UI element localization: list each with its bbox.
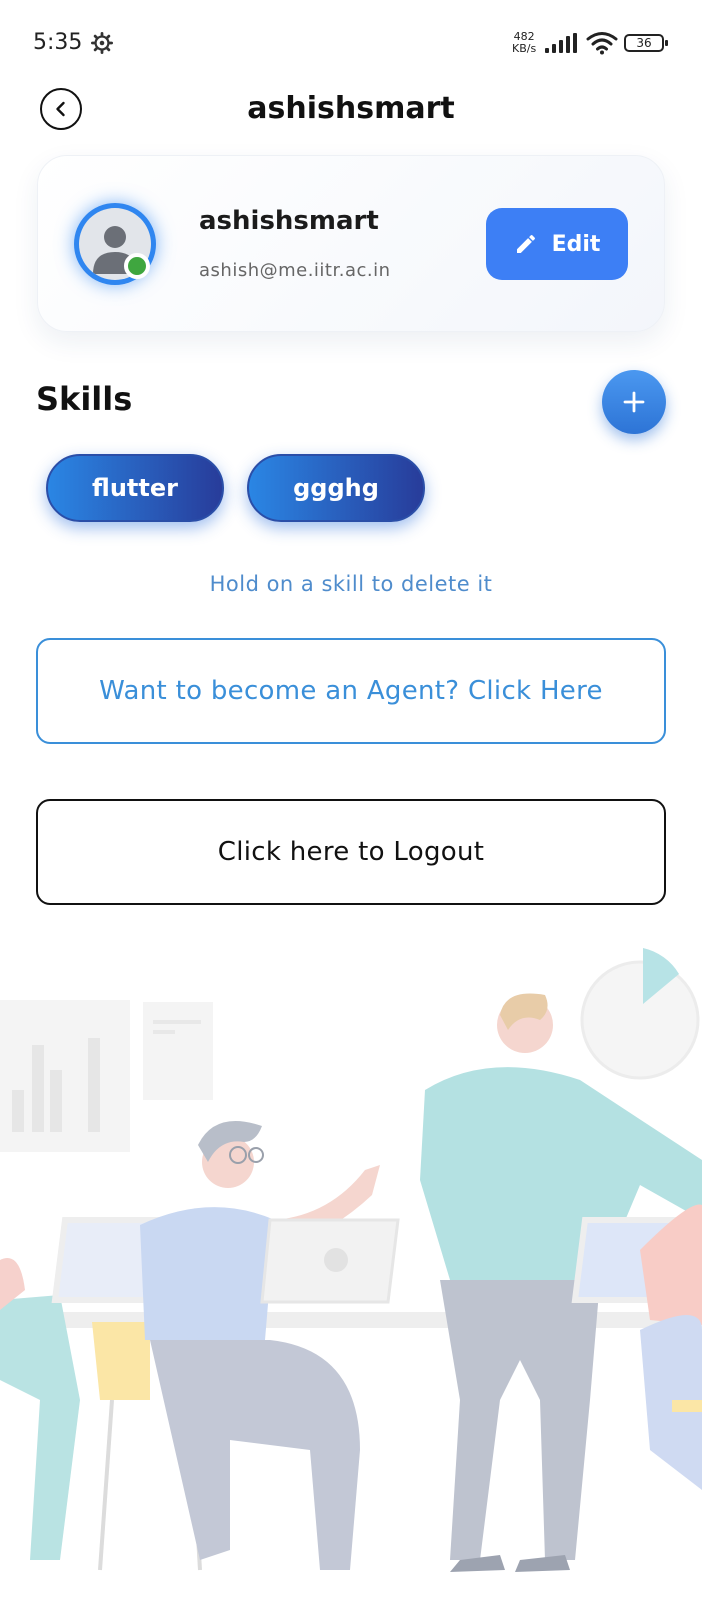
edit-button-label: Edit	[551, 231, 601, 257]
signal-icon	[545, 33, 577, 53]
online-status-dot	[124, 253, 150, 279]
become-agent-button[interactable]: Want to become an Agent? Click Here	[36, 638, 666, 744]
skill-chip-ggghg[interactable]: ggghg	[247, 454, 425, 522]
wifi-icon	[586, 32, 618, 55]
team-meeting-illustration	[0, 948, 702, 1572]
profile-name: ashishsmart	[199, 206, 379, 236]
status-time: 5:35	[33, 30, 83, 55]
profile-email: ashish@me.iitr.ac.in	[199, 260, 391, 281]
gear-icon	[91, 32, 113, 54]
skills-heading: Skills	[36, 380, 133, 418]
network-speed-unit: KB/s	[512, 42, 537, 55]
add-skill-button[interactable]	[602, 370, 666, 434]
profile-card: ashishsmart ashish@me.iitr.ac.in Edit	[37, 155, 665, 332]
status-bar: 5:35 482 KB/s 36	[0, 0, 702, 90]
skill-chip-flutter[interactable]: flutter	[46, 454, 224, 522]
skill-delete-hint: Hold on a skill to delete it	[209, 572, 493, 596]
plus-icon	[623, 391, 645, 413]
pencil-icon	[516, 235, 535, 253]
battery-indicator: 36	[624, 34, 668, 52]
logout-button[interactable]: Click here to Logout	[36, 799, 666, 905]
edit-profile-button[interactable]: Edit	[486, 208, 628, 280]
network-speed: 482 KB/s	[512, 31, 536, 55]
page-title: ashishsmart	[247, 91, 455, 126]
